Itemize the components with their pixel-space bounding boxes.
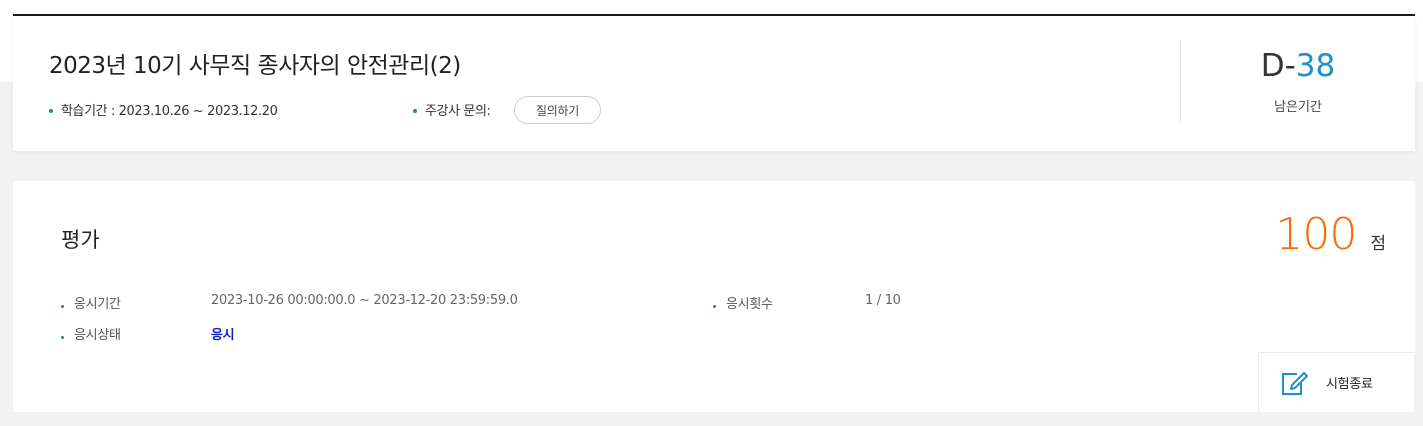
bullet-dot [49, 108, 53, 113]
evaluation-title: 평가 [61, 228, 100, 252]
edit-pencil-icon [1282, 371, 1308, 395]
study-period-text: 학습기간 : 2023.10.26 ~ 2023.12.20 [61, 104, 278, 119]
course-title: 2023년 10기 사무직 종사자의 안전관리(2) [49, 53, 461, 79]
exam-status-row: 응시상태 응시 [61, 324, 235, 343]
evaluation-card: 평가 100 점 응시기간 2023-10-26 00:00:00.0 ~ 202… [13, 181, 1415, 412]
score-value: 100 [1275, 209, 1357, 260]
score-unit: 점 [1370, 234, 1386, 254]
exam-status-label: 응시상태 [74, 328, 121, 343]
bullet-dot [61, 336, 64, 339]
study-period: 학습기간 : 2023.10.26 ~ 2023.12.20 [49, 100, 278, 119]
inquiry-button[interactable]: 질의하기 [514, 96, 601, 124]
dday-label: 남은기간 [1274, 100, 1322, 115]
exam-period-row: 응시기간 2023-10-26 00:00:00.0 ~ 2023-12-20 … [61, 293, 518, 312]
exam-period-value: 2023-10-26 00:00:00.0 ~ 2023-12-20 23:59… [211, 293, 518, 308]
bullet-dot [61, 305, 64, 308]
end-exam-button[interactable]: 시험종료 [1258, 352, 1415, 412]
attempts-row: 응시횟수 1 / 10 [713, 293, 901, 312]
bullet-dot [413, 108, 417, 113]
end-exam-label: 시험종료 [1326, 377, 1373, 392]
dday-prefix: D- [1260, 48, 1296, 84]
exam-period-label: 응시기간 [74, 297, 121, 312]
attempts-value: 1 / 10 [865, 293, 901, 308]
score-display: 100 점 [1275, 209, 1386, 260]
dday-counter: D-38 [1181, 48, 1415, 84]
inquiry-label: 주강사 문의: [425, 104, 491, 119]
bullet-dot [713, 305, 716, 308]
attempts-label: 응시횟수 [726, 297, 773, 312]
instructor-inquiry: 주강사 문의: [413, 100, 491, 119]
exam-status-value: 응시 [211, 328, 235, 343]
dday-value: 38 [1295, 48, 1336, 84]
course-info-card: 2023년 10기 사무직 종사자의 안전관리(2) 학습기간 : 2023.1… [13, 16, 1415, 151]
